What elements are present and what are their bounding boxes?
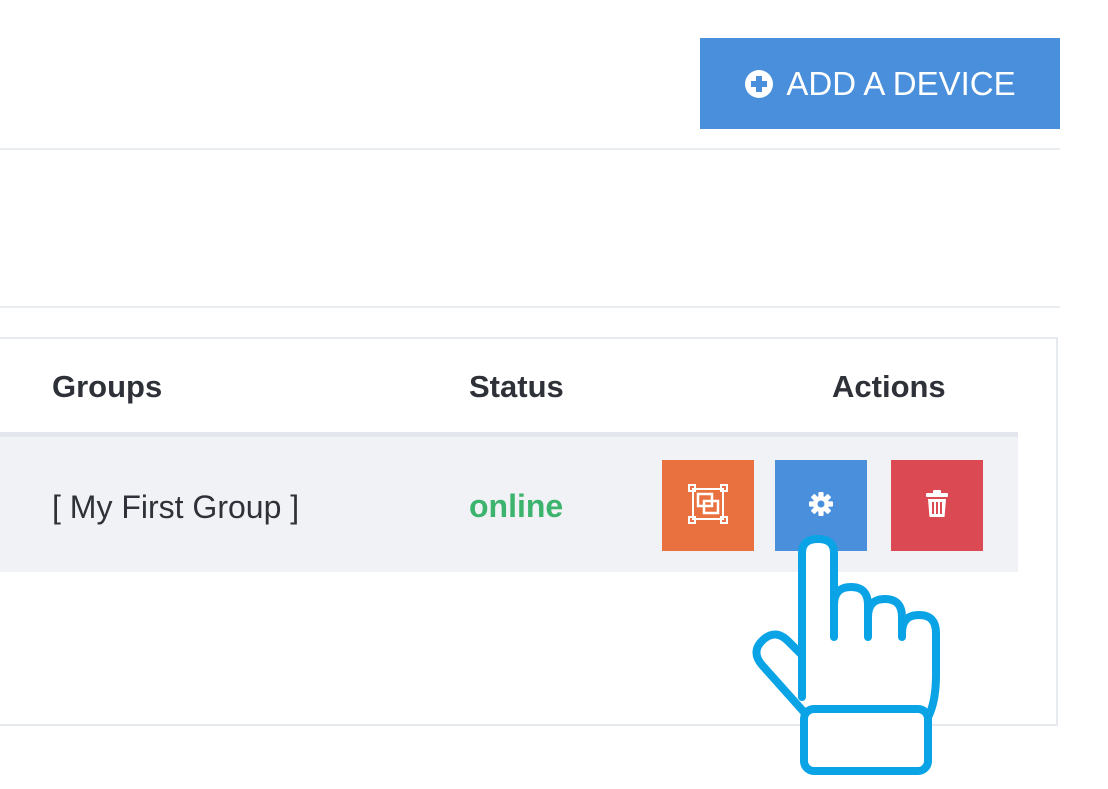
settings-button[interactable] (775, 460, 867, 551)
divider (0, 148, 1060, 150)
gear-icon (808, 491, 834, 520)
divider (0, 306, 1060, 308)
add-device-button[interactable]: ADD A DEVICE (700, 38, 1060, 129)
column-header-groups: Groups (52, 369, 163, 404)
trash-icon (925, 490, 949, 521)
device-management-page: ADD A DEVICE Groups Status Actions [ My … (0, 0, 1108, 789)
column-header-actions: Actions (832, 369, 946, 404)
screen-button[interactable] (662, 460, 754, 551)
column-header-status: Status (469, 369, 564, 404)
add-device-label: ADD A DEVICE (786, 64, 1016, 102)
status-badge: online (469, 488, 564, 524)
screen-icon (687, 483, 729, 528)
plus-circle-icon (744, 69, 774, 99)
group-cell: [ My First Group ] (52, 489, 300, 525)
delete-button[interactable] (891, 460, 983, 551)
